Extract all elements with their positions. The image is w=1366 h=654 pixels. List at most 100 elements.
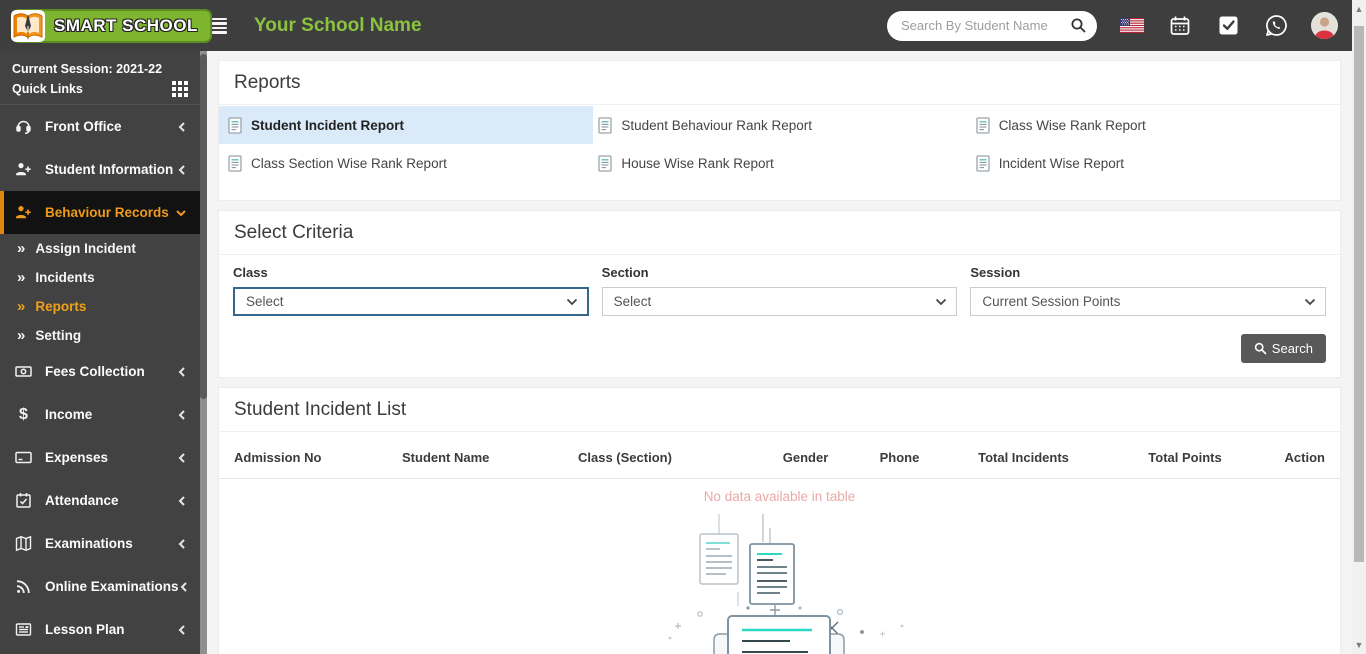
document-icon <box>598 154 613 172</box>
class-select[interactable]: Select <box>233 287 589 316</box>
chevron-left-icon <box>177 452 187 464</box>
document-icon <box>976 154 990 172</box>
select-criteria-title: Select Criteria <box>219 211 1340 255</box>
user-avatar[interactable] <box>1311 12 1338 39</box>
top-navbar: SMART SCHOOL Your School Name <box>0 0 1366 51</box>
logo-area: SMART SCHOOL <box>0 0 212 51</box>
rss-icon <box>15 578 32 595</box>
student-search-input[interactable] <box>901 18 1070 33</box>
column-class-section[interactable]: Class (Section) <box>578 450 758 465</box>
search-icon[interactable] <box>1070 17 1087 34</box>
smart-school-app: SMART SCHOOL Your School Name Search By … <box>0 0 1366 654</box>
sidebar-scrollbar-thumb[interactable] <box>200 54 207 399</box>
grid-icon[interactable] <box>172 81 188 97</box>
chevron-down-icon <box>1304 298 1316 306</box>
sidebar-item-attendance[interactable]: Attendance <box>0 479 200 522</box>
report-link-class-section-wise-rank[interactable]: Class Section Wise Rank Report <box>219 144 593 182</box>
sidebar-item-online-examinations[interactable]: Online Examinations <box>0 565 200 608</box>
double-arrow-icon: » <box>17 327 26 344</box>
scroll-up-arrow[interactable]: ▲ <box>1352 2 1366 16</box>
chevron-left-icon <box>177 538 187 550</box>
calendar-icon[interactable] <box>1167 13 1193 39</box>
document-icon <box>598 116 613 134</box>
sidebar-item-student-information[interactable]: Student Information <box>0 148 200 191</box>
section-select[interactable]: Select <box>601 287 958 316</box>
sidebar-navigation: Current Session: 2021-22 Quick Links Fro… <box>0 51 207 654</box>
sidebar-subitem-incidents[interactable]: » Incidents <box>0 263 200 292</box>
sidebar-subitem-reports[interactable]: » Reports <box>0 292 200 321</box>
section-label: Section <box>601 265 649 280</box>
chevron-down-icon <box>566 298 578 306</box>
page-scrollbar-thumb[interactable] <box>1354 26 1364 562</box>
student-search-box <box>887 10 1097 41</box>
student-add-icon <box>15 161 32 178</box>
headset-icon <box>15 118 32 135</box>
column-total-points[interactable]: Total Points <box>1101 450 1269 465</box>
document-icon <box>976 116 990 134</box>
chevron-left-icon <box>177 495 187 507</box>
sidebar-item-fees-collection[interactable]: Fees Collection <box>0 350 200 393</box>
student-incident-list-card: Student Incident List Admission No Stude… <box>218 387 1341 654</box>
page-scrollbar[interactable]: ▲ ▼ <box>1352 0 1366 654</box>
search-icon <box>1254 342 1267 355</box>
table-header-row: Admission No Student Name Class (Section… <box>219 432 1340 479</box>
sidebar-item-expenses[interactable]: Expenses <box>0 436 200 479</box>
sidebar-item-behaviour-records[interactable]: Behaviour Records <box>0 191 200 234</box>
column-phone[interactable]: Phone <box>853 450 946 465</box>
map-icon <box>15 535 32 552</box>
whatsapp-icon[interactable] <box>1263 13 1289 39</box>
smart-school-logo[interactable]: SMART SCHOOL <box>11 8 212 43</box>
book-logo-icon <box>11 9 45 42</box>
sidebar-item-front-office[interactable]: Front Office <box>0 105 200 148</box>
session-label: Session <box>970 265 1021 280</box>
column-gender[interactable]: Gender <box>758 450 853 465</box>
sidebar-item-examinations[interactable]: Examinations <box>0 522 200 565</box>
empty-table-message: No data available in table <box>703 489 856 504</box>
chevron-down-icon <box>175 208 187 218</box>
chevron-down-icon <box>935 298 947 306</box>
double-arrow-icon: » <box>17 240 26 257</box>
sidebar-item-income[interactable]: $ Income <box>0 393 200 436</box>
double-arrow-icon: » <box>17 298 26 315</box>
task-check-icon[interactable] <box>1215 13 1241 39</box>
chevron-left-icon <box>177 366 187 378</box>
report-link-class-wise-rank[interactable]: Class Wise Rank Report <box>967 106 1340 144</box>
column-action[interactable]: Action <box>1269 450 1325 465</box>
session-block: Current Session: 2021-22 Quick Links <box>0 51 200 105</box>
session-select[interactable]: Current Session Points <box>970 287 1327 316</box>
column-student-name[interactable]: Student Name <box>402 450 578 465</box>
quick-links-label: Quick Links <box>12 82 83 96</box>
main-content: Reports Student Incident Report Student … <box>207 51 1352 654</box>
money-icon <box>15 363 32 380</box>
chevron-left-icon <box>177 121 187 133</box>
newspaper-icon <box>15 621 32 638</box>
sidebar-subitem-assign-incident[interactable]: » Assign Incident <box>0 234 200 263</box>
sidebar-scrollbar[interactable] <box>200 51 207 654</box>
column-admission-no[interactable]: Admission No <box>234 450 402 465</box>
chevron-left-icon <box>179 581 189 593</box>
chevron-left-icon <box>177 624 187 636</box>
report-link-student-incident[interactable]: Student Incident Report <box>219 106 594 144</box>
document-icon <box>228 154 242 172</box>
sidebar-item-lesson-plan[interactable]: Lesson Plan <box>0 608 200 651</box>
school-name-title: Your School Name <box>254 14 422 36</box>
column-total-incidents[interactable]: Total Incidents <box>946 450 1101 465</box>
sidebar-subitem-setting[interactable]: » Setting <box>0 321 200 350</box>
student-add-icon <box>15 204 32 221</box>
chevron-left-icon <box>177 409 187 421</box>
double-arrow-icon: » <box>17 269 26 286</box>
credit-card-icon <box>15 449 32 466</box>
language-flag-icon[interactable] <box>1119 13 1145 39</box>
reports-card: Reports Student Incident Report Student … <box>218 60 1341 201</box>
report-link-house-wise-rank[interactable]: House Wise Rank Report <box>593 144 966 182</box>
scroll-down-arrow[interactable]: ▼ <box>1352 638 1366 652</box>
empty-state-illustration <box>219 514 1340 654</box>
search-button[interactable]: Search <box>1240 334 1326 363</box>
chevron-left-icon <box>177 164 187 176</box>
report-link-incident-wise[interactable]: Incident Wise Report <box>967 144 1340 182</box>
report-link-student-behaviour-rank[interactable]: Student Behaviour Rank Report <box>593 106 966 144</box>
hamburger-menu-icon[interactable] <box>212 15 234 37</box>
reports-card-title: Reports <box>219 61 1340 105</box>
dollar-icon: $ <box>19 405 28 423</box>
calendar-check-icon <box>15 492 32 509</box>
